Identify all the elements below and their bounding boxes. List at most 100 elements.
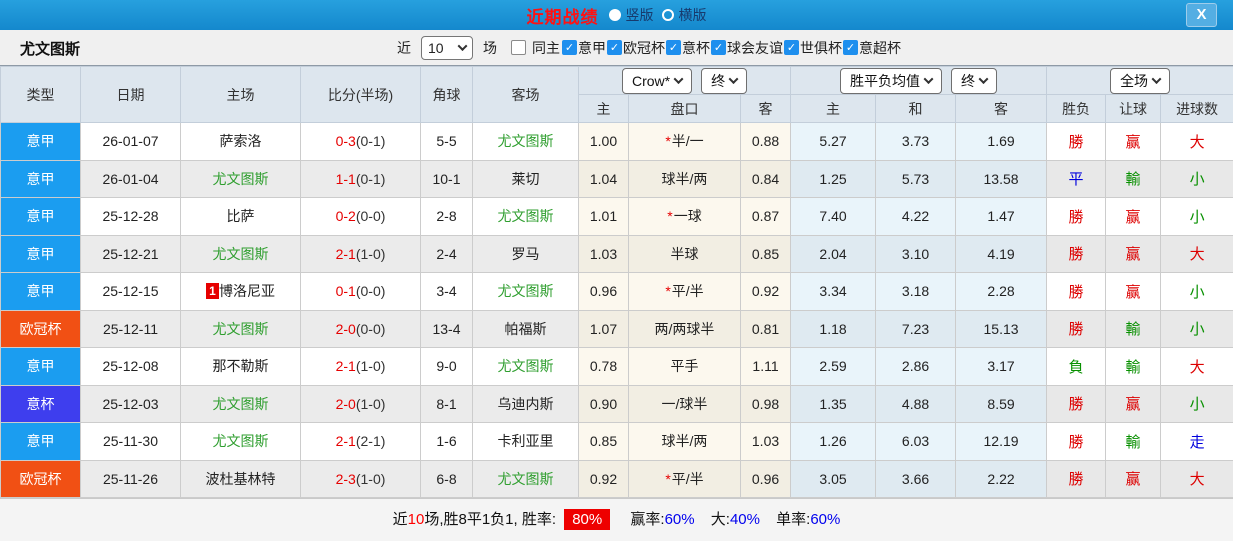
footer-prefix: 近 (392, 511, 408, 528)
result-wl: 勝 (1046, 234, 1107, 273)
competition-checkbox[interactable]: ✓ (607, 40, 622, 55)
avg-draw: 5.73 (875, 159, 957, 198)
result-wl: 勝 (1046, 309, 1107, 348)
period-dropdown[interactable]: 全场 (1110, 67, 1171, 94)
result-handicap: 赢 (1105, 459, 1162, 498)
header-odds-away: 客 (739, 94, 792, 123)
competition-checkbox[interactable]: ✓ (562, 40, 577, 55)
result-handicap: 赢 (1105, 234, 1162, 273)
avg-away: 2.22 (955, 459, 1048, 498)
avg-home: 3.34 (790, 272, 877, 311)
competition-label: 意甲 (578, 39, 606, 56)
avg-type-dropdown[interactable]: 胜平负均值 (840, 67, 943, 94)
result-handicap: 輸 (1105, 159, 1162, 198)
big-pct-label: 大: (710, 511, 730, 528)
competition-checkbox[interactable]: ✓ (843, 40, 858, 55)
avg-group-header: 胜平负均值 终 (790, 66, 1048, 95)
match-table: 类型 日期 主场 比分(半场) 角球 客场 Crow* 终 胜平负均值 终 全场… (0, 66, 1233, 498)
same-home-checkbox[interactable] (511, 40, 526, 55)
odds-home: 1.01 (578, 197, 629, 236)
single-pct-label: 单率: (776, 511, 811, 528)
recent-count-value: 10 (428, 39, 444, 56)
avg-draw: 6.03 (875, 422, 957, 461)
radio-selected-icon[interactable] (608, 9, 621, 21)
competition-filters: ✓ 意甲 ✓ 欧冠杯 ✓ 意杯 ✓ 球会友谊 ✓ 世俱杯 ✓ 意超杯 (562, 38, 901, 58)
team-name: 尤文图斯 (20, 41, 81, 58)
competition-filter[interactable]: ✓ 意超杯 (843, 38, 901, 58)
footer-middle: 场,胜8平1负1, 胜率: (424, 511, 557, 528)
corners: 8-1 (420, 384, 473, 423)
avg-type-value: 胜平负均值 (850, 72, 921, 89)
avg-time-value: 终 (961, 72, 976, 89)
league-badge: 意甲 (0, 234, 81, 273)
score: 0-1(0-0) (300, 272, 421, 311)
competition-checkbox[interactable]: ✓ (784, 40, 799, 55)
table-row: 意甲 25-11-30 尤文图斯 2-1(2-1) 1-6 卡利亚里 0.85 球半/两 1.0… (0, 422, 1233, 461)
layout-radio-horizontal[interactable]: 横版 (661, 5, 707, 25)
odds-away: 1.11 (739, 347, 792, 386)
odds-source-value: Crow* (631, 72, 671, 89)
table-row: 意甲 26-01-04 尤文图斯 1-1(0-1) 10-1 莱切 1.04 球半/两 0.84… (0, 159, 1233, 198)
table-row: 意甲 25-12-15 1 博洛尼亚 0-1(0-0) 3-4 尤文图斯 0.96 *平/半 0.… (0, 272, 1233, 311)
league-badge: 欧冠杯 (0, 309, 81, 348)
competition-filter[interactable]: ✓ 欧冠杯 (607, 38, 665, 58)
recent-count-select[interactable]: 10 (421, 35, 473, 60)
odds-home: 0.78 (578, 347, 629, 386)
score: 2-1(1-0) (300, 347, 421, 386)
competition-filter[interactable]: ✓ 世俱杯 (784, 38, 842, 58)
corners: 10-1 (420, 159, 473, 198)
corners: 9-0 (420, 347, 473, 386)
header-score: 比分(半场) (300, 66, 421, 123)
competition-filter[interactable]: ✓ 球会友谊 (711, 38, 783, 58)
competition-checkbox[interactable]: ✓ (711, 40, 726, 55)
result-wl: 勝 (1046, 422, 1107, 461)
corners: 6-8 (420, 459, 473, 498)
competition-filter[interactable]: ✓ 意杯 (666, 38, 710, 58)
odds-line: 半球 (628, 234, 741, 273)
avg-away: 1.47 (955, 197, 1048, 236)
competition-label: 意杯 (682, 39, 710, 56)
match-date: 25-12-15 (80, 272, 181, 311)
odds-source-dropdown[interactable]: Crow* (621, 67, 693, 94)
away-team: 尤文图斯 (472, 347, 579, 386)
avg-draw: 2.86 (875, 347, 957, 386)
corners: 2-4 (420, 234, 473, 273)
odds-away: 0.88 (739, 122, 792, 161)
layout-radio-vertical[interactable]: 竖版 (608, 5, 654, 25)
odds-away: 0.81 (739, 309, 792, 348)
score: 2-3(1-0) (300, 459, 421, 498)
match-date: 25-12-21 (80, 234, 181, 273)
chevron-down-icon (728, 74, 739, 85)
header-result-handicap: 让球 (1105, 94, 1162, 123)
match-date: 25-12-28 (80, 197, 181, 236)
radio-unselected-icon[interactable] (661, 9, 674, 21)
avg-time-dropdown[interactable]: 终 (951, 67, 998, 94)
competition-checkbox[interactable]: ✓ (666, 40, 681, 55)
away-team: 莱切 (472, 159, 579, 198)
handicap-star: * (665, 133, 671, 150)
league-badge: 意杯 (0, 384, 81, 423)
corners: 3-4 (420, 272, 473, 311)
handicap-star: * (667, 208, 673, 225)
competition-filter[interactable]: ✓ 意甲 (562, 38, 606, 58)
same-home-filter[interactable]: 同主 (511, 38, 560, 58)
odds-away: 0.96 (739, 459, 792, 498)
home-team: 那不勒斯 (180, 347, 301, 386)
header-date: 日期 (80, 66, 181, 123)
avg-draw: 3.66 (875, 459, 957, 498)
filters: 近 10 场 同主 ✓ 意甲 ✓ 欧冠杯 ✓ 意杯 ✓ 球会友谊 ✓ 世俱杯 ✓ 意超杯 (393, 30, 901, 65)
close-button[interactable]: X (1186, 3, 1217, 27)
header-odds-line: 盘口 (628, 94, 741, 123)
result-handicap: 赢 (1105, 384, 1162, 423)
odds-time-dropdown[interactable]: 终 (701, 67, 748, 94)
table-row: 意甲 25-12-28 比萨 0-2(0-0) 2-8 尤文图斯 1.01 *一球 0.87 7.… (0, 197, 1233, 236)
table-row: 意甲 25-12-21 尤文图斯 2-1(1-0) 2-4 罗马 1.03 半球 0.85 2.0… (0, 234, 1233, 273)
odds-home: 0.92 (578, 459, 629, 498)
handicap-star: * (665, 283, 671, 300)
league-badge: 意甲 (0, 197, 81, 236)
odds-line: *平/半 (628, 272, 741, 311)
avg-away: 12.19 (955, 422, 1048, 461)
header-away: 客场 (472, 66, 579, 123)
avg-away: 3.17 (955, 347, 1048, 386)
home-team: 尤文图斯 (180, 309, 301, 348)
